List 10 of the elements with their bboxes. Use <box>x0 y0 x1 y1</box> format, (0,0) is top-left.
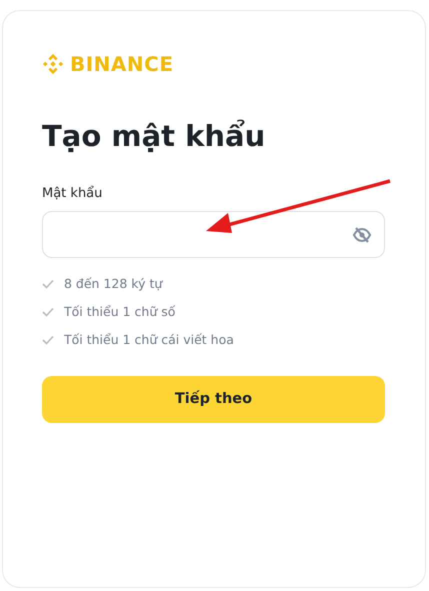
diamond-logo-icon <box>42 53 64 75</box>
next-button[interactable]: Tiếp theo <box>42 376 385 424</box>
rule-text: 8 đến 128 ký tự <box>64 274 162 293</box>
rule-text: Tối thiểu 1 chữ số <box>64 302 176 321</box>
page-title: Tạo mật khẩu <box>42 119 266 154</box>
rule-text: Tối thiểu 1 chữ cái viết hoa <box>64 330 234 349</box>
field-label: Mật khẩu <box>42 184 104 203</box>
logo-text: BINANCE <box>70 51 174 78</box>
eye-slash-icon[interactable] <box>352 226 372 244</box>
password-field[interactable] <box>42 211 385 258</box>
